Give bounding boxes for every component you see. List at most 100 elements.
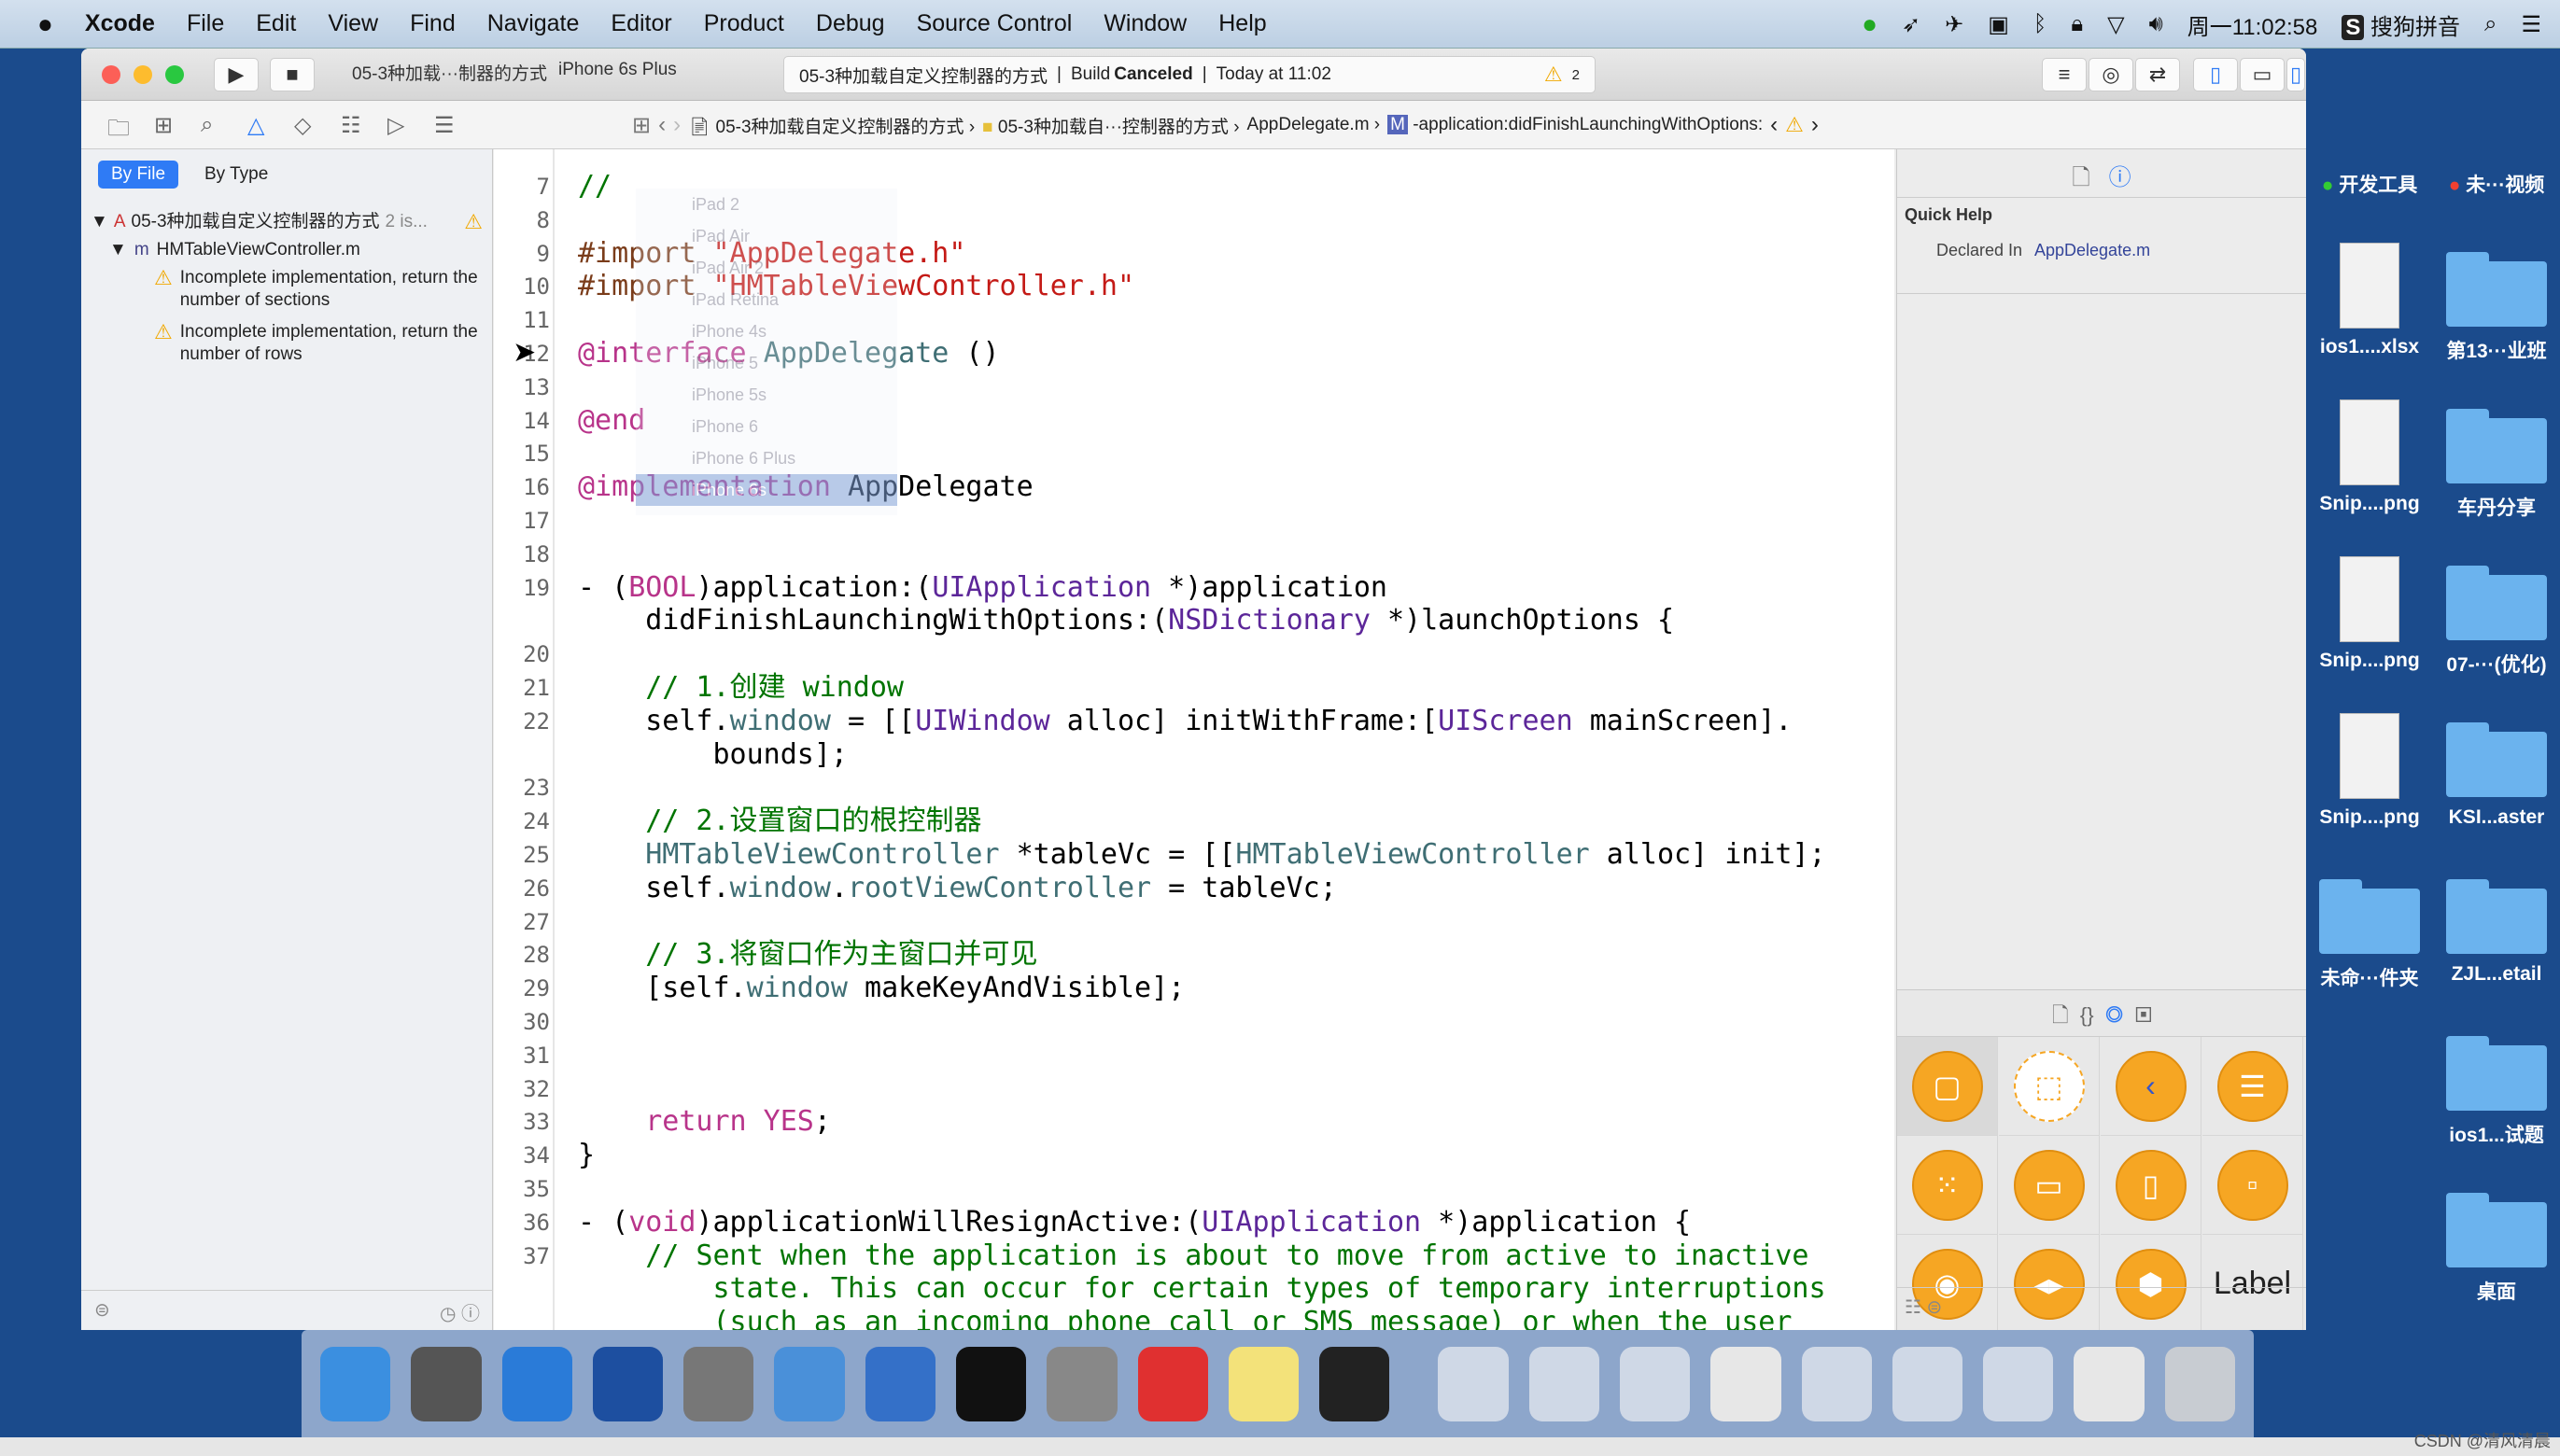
code-snippet-library-icon[interactable]: {} <box>2080 1003 2094 1027</box>
warning-count[interactable]: 2 <box>1572 67 1580 83</box>
tree-file[interactable]: ▼ m HMTableViewController.m <box>109 239 360 261</box>
desktop-item[interactable]: Snip....png <box>2306 713 2433 829</box>
warning-icon[interactable]: ⚠ <box>1544 63 1563 87</box>
bluetooth-icon[interactable]: ᛒ <box>2033 11 2047 37</box>
xcode-icon[interactable] <box>774 1346 845 1421</box>
exec-terminal-icon[interactable] <box>1319 1346 1390 1421</box>
declared-in-link[interactable]: AppDelegate.m <box>2034 241 2150 260</box>
menu-navigate[interactable]: Navigate <box>487 10 580 37</box>
system-preferences-icon[interactable] <box>1047 1346 1118 1421</box>
menu-editor[interactable]: Editor <box>611 10 671 37</box>
library-item[interactable]: ▯ <box>2101 1136 2201 1235</box>
xmind-icon[interactable] <box>1137 1346 1208 1421</box>
project-navigator-icon[interactable]: 🗀︎ <box>107 112 130 150</box>
lock-icon[interactable]: 🔒︎ <box>2071 11 2083 37</box>
desktop-item[interactable]: ios1....xlsx <box>2306 243 2433 358</box>
device-name[interactable]: iPhone 6s Plus <box>558 60 677 85</box>
symbol-navigator-icon[interactable]: ⊞ <box>154 112 173 139</box>
desktop-item[interactable]: 车丹分享 <box>2433 409 2560 521</box>
stop-button[interactable]: ■ <box>270 58 315 91</box>
jump-project[interactable]: 📄︎ 05-3种加载自定义控制器的方式 › <box>688 113 975 138</box>
notes-icon[interactable] <box>1228 1346 1300 1421</box>
window-thumb-icon[interactable] <box>1892 1346 1963 1421</box>
related-items-icon[interactable]: ⊞ <box>632 112 651 139</box>
menu-app-xcode[interactable]: Xcode <box>85 10 155 37</box>
window-thumb-icon[interactable] <box>1438 1346 1509 1421</box>
library-item[interactable]: ‹ <box>2101 1037 2201 1136</box>
toggle-utilities-button[interactable]: ▯ <box>2286 58 2305 91</box>
next-issue-button[interactable]: › <box>1811 112 1819 138</box>
window-thumb-icon[interactable] <box>1801 1346 1872 1421</box>
menu-help[interactable]: Help <box>1218 10 1266 37</box>
library-item[interactable]: ⬚ <box>1999 1037 2100 1136</box>
library-item[interactable]: ▭ <box>1999 1136 2100 1235</box>
window-thumb-icon[interactable] <box>1619 1346 1691 1421</box>
scheme-name[interactable]: 05-3种加载···制器的方式 <box>352 60 547 85</box>
menu-view[interactable]: View <box>328 10 378 37</box>
previous-issue-button[interactable]: ‹ <box>1770 112 1778 138</box>
desktop-item[interactable]: ios1...试题 <box>2433 1036 2560 1148</box>
notification-center-icon[interactable]: ☰ <box>2521 11 2541 38</box>
desktop-item[interactable]: Snip....png <box>2306 556 2433 672</box>
test-navigator-icon[interactable]: ◇ <box>294 112 311 139</box>
scheme-selector[interactable]: 05-3种加载···制器的方式 iPhone 6s Plus <box>352 60 677 85</box>
navigator-filter-bar[interactable]: ⊜ ◷ ⓘ <box>81 1290 493 1330</box>
menu-window[interactable]: Window <box>1104 10 1187 37</box>
issue-item[interactable]: ⚠ Incomplete implementation, return the n… <box>154 321 481 366</box>
library-item[interactable]: ⁙ <box>1897 1136 1998 1235</box>
menu-debug[interactable]: Debug <box>816 10 885 37</box>
forward-button[interactable]: › <box>673 112 681 138</box>
jump-method[interactable]: M -application:didFinishLaunchingWithOpt… <box>1387 115 1763 135</box>
issue-warning-icon[interactable]: ⚠ <box>1785 113 1804 137</box>
input-method[interactable]: S 搜狗拼音 <box>2342 8 2460 41</box>
minimize-button[interactable] <box>134 65 152 84</box>
window-thumb-icon[interactable] <box>1983 1346 2054 1421</box>
object-library-icon[interactable]: ◎ <box>2105 1003 2124 1027</box>
standard-editor-button[interactable]: ≡ <box>2042 58 2087 91</box>
desktop-tag-label[interactable]: ● 未···视频 <box>2433 170 2560 198</box>
debug-navigator-icon[interactable]: ☷ <box>341 112 361 139</box>
menu-edit[interactable]: Edit <box>256 10 296 37</box>
safari-icon[interactable] <box>501 1346 572 1421</box>
finder-icon[interactable] <box>320 1346 391 1421</box>
run-button[interactable]: ▶ <box>214 58 259 91</box>
breakpoint-navigator-icon[interactable]: ▷ <box>387 112 404 139</box>
issue-item[interactable]: ⚠ Incomplete implementation, return the n… <box>154 267 481 312</box>
toggle-debug-area-button[interactable]: ▭ <box>2240 58 2285 91</box>
media-library-icon[interactable]: ▣ <box>2135 1003 2152 1027</box>
tree-project[interactable]: ▼ A 05-3种加载自定义控制器的方式 2 is... ⚠ <box>91 211 483 233</box>
menu-source-control[interactable]: Source Control <box>917 10 1073 37</box>
desktop-item[interactable]: 未命···件夹 <box>2306 879 2433 991</box>
library-item[interactable]: ☰ <box>2202 1037 2303 1136</box>
library-filter-bar[interactable]: ☷ ⊜ <box>1897 1287 2306 1330</box>
tab-by-file[interactable]: By File <box>98 161 179 189</box>
library-item[interactable]: ▢ <box>1897 1037 1998 1136</box>
close-button[interactable] <box>102 65 120 84</box>
quick-help-icon[interactable]: ⓘ <box>2109 165 2131 190</box>
mouse-app-icon[interactable] <box>592 1346 664 1421</box>
desktop-tag-label[interactable]: ● 开发工具 <box>2306 170 2433 198</box>
zoom-button[interactable] <box>165 65 184 84</box>
window-thumb-icon[interactable] <box>2074 1346 2145 1421</box>
volume-icon[interactable]: 🔊︎ <box>2149 11 2163 37</box>
airplane-icon[interactable]: ✈ <box>1945 11 1963 38</box>
tab-by-type[interactable]: By Type <box>191 161 281 189</box>
screen-record-icon[interactable]: ▣ <box>1988 11 2009 38</box>
trash-icon[interactable] <box>2164 1346 2235 1421</box>
menu-find[interactable]: Find <box>410 10 456 37</box>
xcode-beta-icon[interactable] <box>865 1346 935 1421</box>
menu-file[interactable]: File <box>187 10 224 37</box>
find-navigator-icon[interactable]: ⌕ <box>201 112 213 138</box>
desktop-item[interactable]: ZJL...etail <box>2433 879 2560 986</box>
library-item[interactable]: ▫ <box>2202 1136 2303 1235</box>
photo-slideshow-icon[interactable] <box>683 1346 754 1421</box>
source-editor[interactable]: 7 8 9 10 11 12 13 14 15 16 17 18 19 20 21 22 23 24 25 26 27 2… <box>494 149 1894 1330</box>
back-button[interactable]: ‹ <box>658 112 666 138</box>
window-thumb-icon[interactable] <box>1528 1346 1599 1421</box>
report-navigator-icon[interactable]: ☰ <box>434 112 455 139</box>
desktop-item[interactable]: 桌面 <box>2433 1193 2560 1305</box>
wifi-icon[interactable]: ▽ <box>2107 11 2124 38</box>
toggle-navigator-button[interactable]: ▯ <box>2193 58 2238 91</box>
location-icon[interactable]: ➶ <box>1902 11 1920 38</box>
file-inspector-icon[interactable]: 🗋︎ <box>2072 165 2089 190</box>
